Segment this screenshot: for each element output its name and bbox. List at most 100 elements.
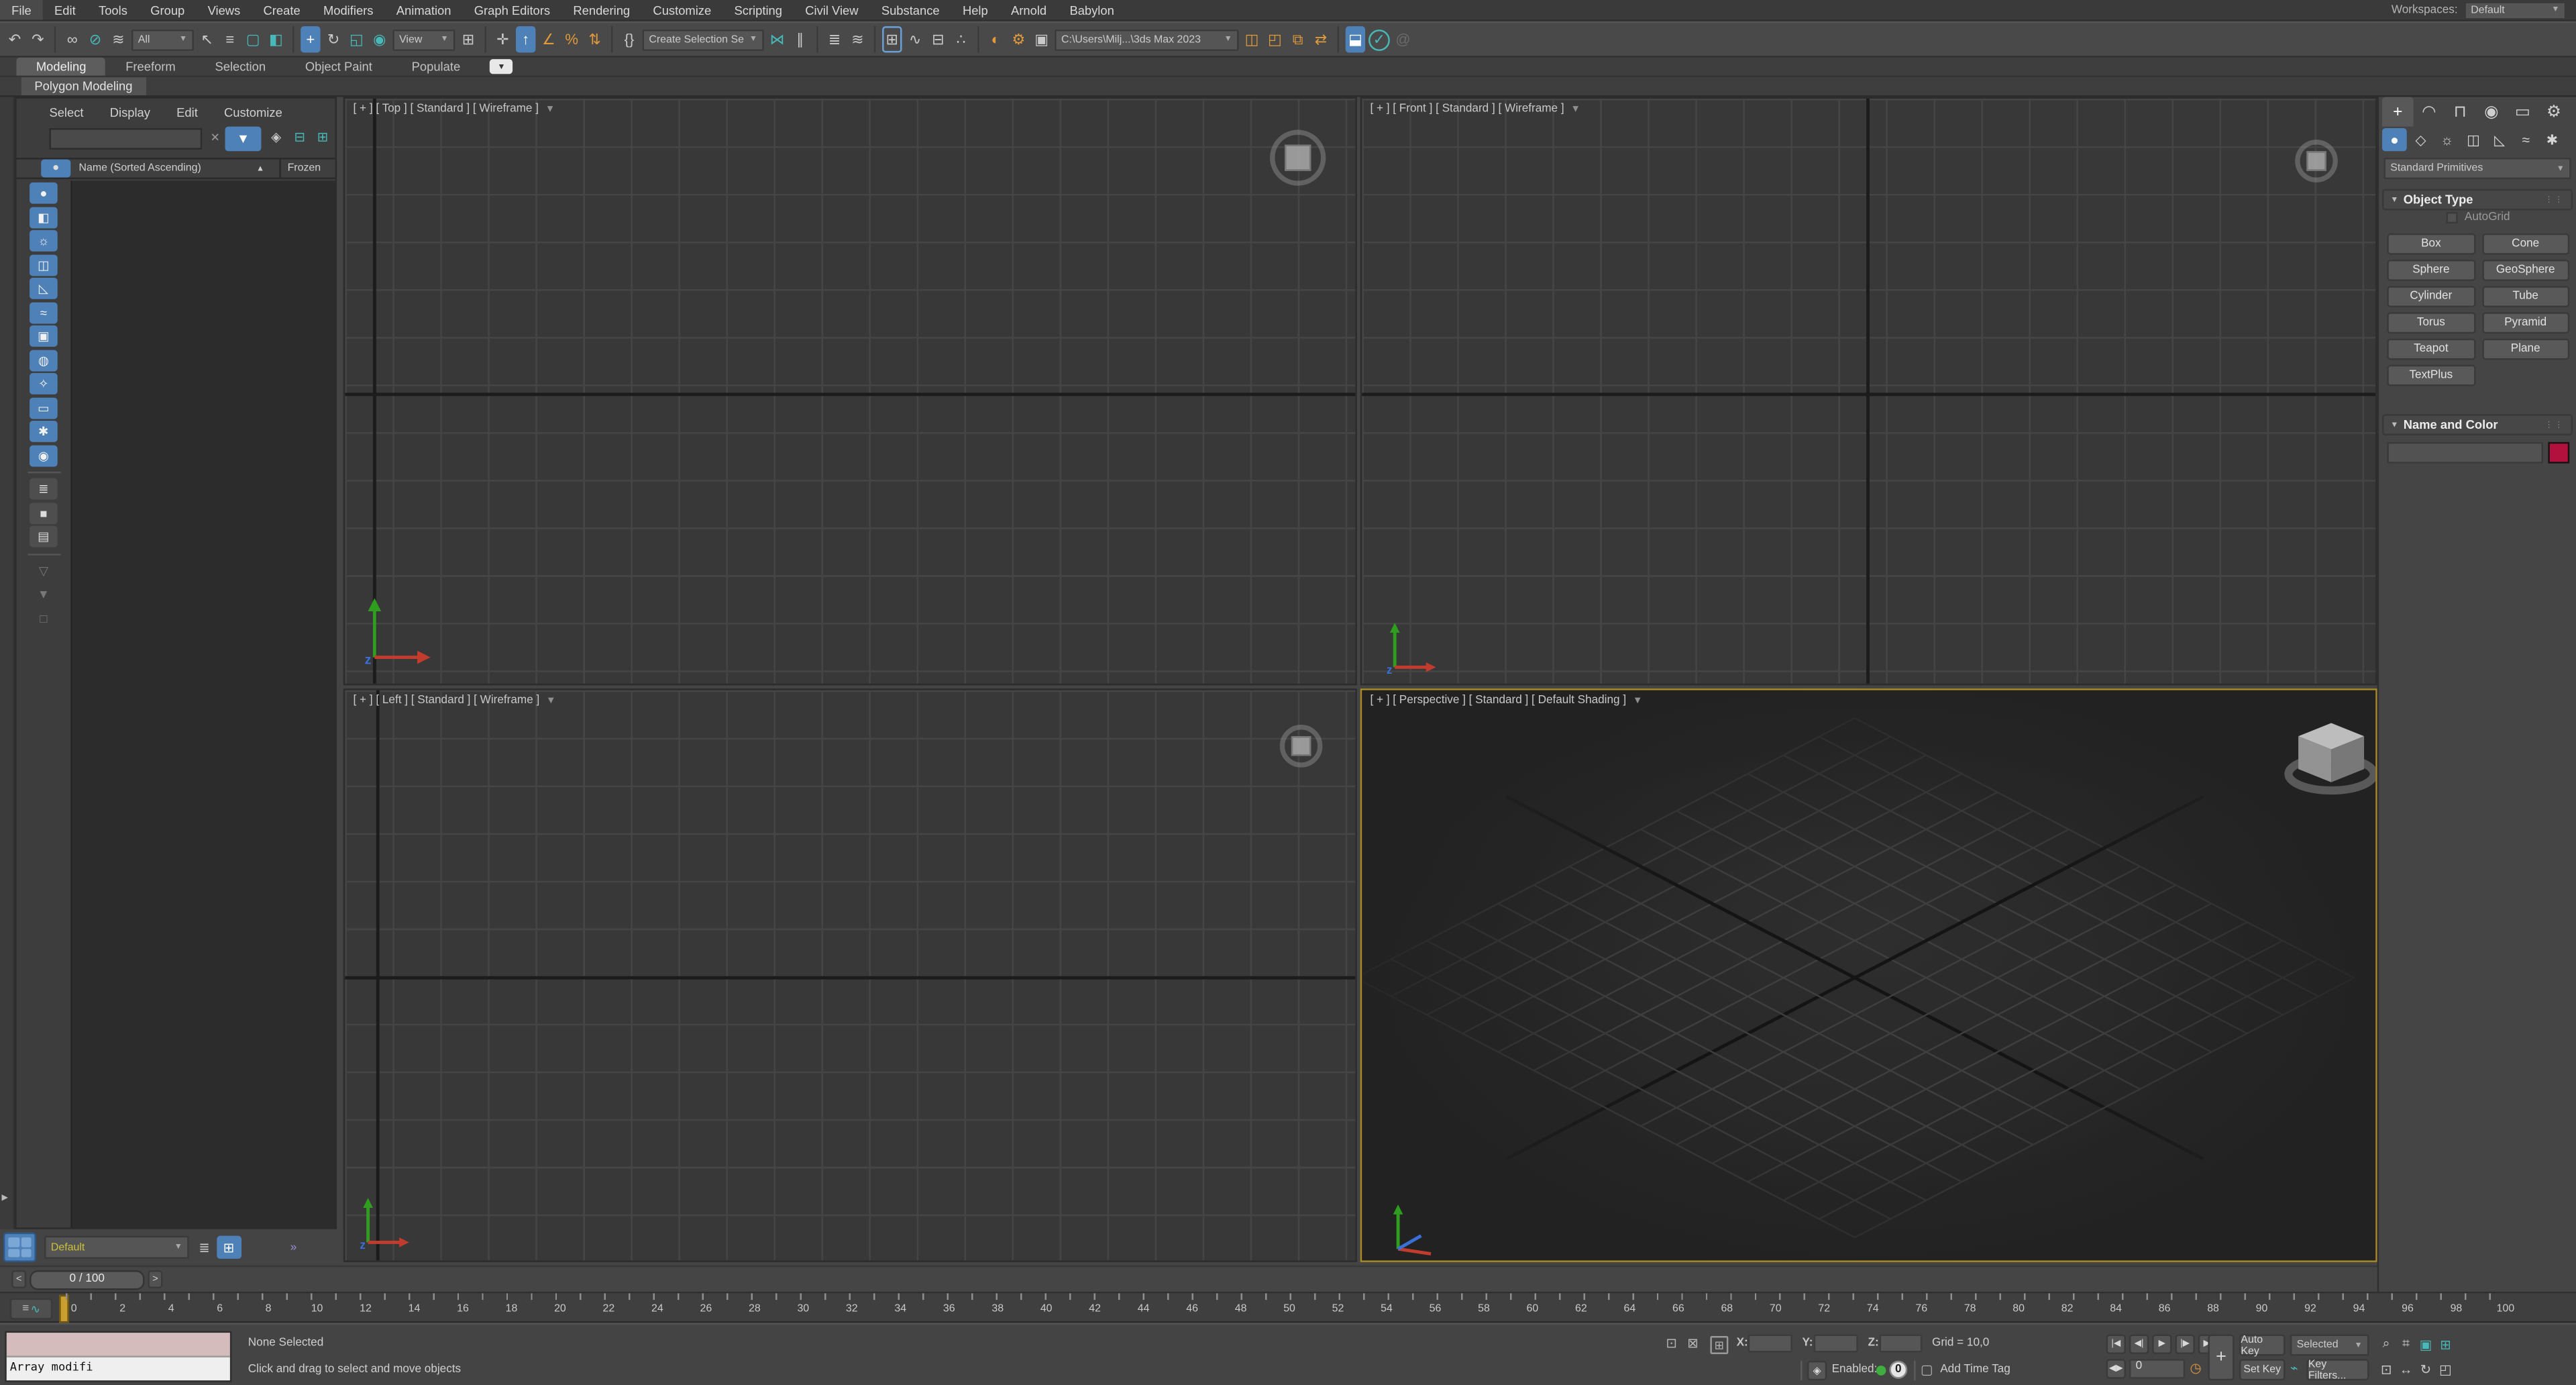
filter-funnel-icon[interactable]: ▼ — [225, 127, 262, 152]
render-production-icon[interactable]: ⬓ — [1346, 26, 1365, 52]
menu-item[interactable]: File — [0, 0, 43, 19]
menu-item[interactable]: Civil View — [794, 0, 870, 19]
y-coordinate-field[interactable] — [1814, 1335, 1858, 1353]
current-frame-field[interactable]: 0 — [2129, 1359, 2185, 1378]
filter-spacewarps-icon[interactable]: ≈ — [30, 301, 58, 323]
render-preset-icon[interactable]: ⧉ — [1288, 26, 1307, 52]
spiral-icon[interactable]: @ — [1393, 26, 1413, 52]
motion-tab[interactable]: ◉ — [2476, 97, 2508, 126]
utilities-tab[interactable]: ⚙ — [2538, 97, 2570, 126]
explorer-preset-dropdown[interactable]: Default ▼ — [44, 1236, 189, 1259]
scene-explorer-menu-item[interactable]: Edit — [164, 105, 211, 119]
angle-snap-icon[interactable]: ∠ — [539, 26, 558, 52]
hierarchy-mode-icon[interactable]: ⊞ — [217, 1236, 241, 1259]
listener-macro-row[interactable] — [7, 1333, 230, 1357]
geometry-category-icon[interactable]: ● — [2382, 128, 2407, 151]
create-tab[interactable]: + — [2382, 97, 2414, 126]
isolate-selection-icon[interactable]: ⊡ — [1666, 1336, 1676, 1351]
zoom-extents-icon[interactable]: ▣ — [2416, 1335, 2434, 1354]
viewport-front-label[interactable]: [ + ] [ Front ] [ Standard ] [ Wireframe… — [1370, 103, 1564, 115]
viewcube[interactable] — [1280, 725, 1323, 768]
name-column-header[interactable]: Name (Sorted Ascending) — [79, 162, 201, 174]
filter-cameras-icon[interactable]: ◫ — [30, 254, 58, 275]
toggle-layer-explorer-icon[interactable]: ≋ — [848, 26, 867, 52]
select-and-scale-icon[interactable]: ◱ — [347, 26, 366, 52]
render-gear-icon[interactable]: ◫ — [1242, 26, 1261, 52]
display-tab[interactable]: ▭ — [2507, 97, 2538, 126]
primitive-button[interactable]: Cone — [2481, 234, 2569, 255]
play-button[interactable]: ▶ — [2152, 1335, 2171, 1354]
reference-coordinate-dropdown[interactable]: View▼ — [392, 29, 455, 50]
ribbon-tab[interactable]: Freeform — [106, 58, 195, 76]
undo-icon[interactable]: ↶ — [5, 26, 24, 52]
selection-filter-dropdown[interactable]: All▼ — [131, 29, 194, 50]
zoom-icon[interactable]: ⌕ — [2377, 1335, 2396, 1354]
viewport-filter-icon[interactable]: ▼ — [546, 696, 556, 706]
primitive-button[interactable]: Tube — [2481, 286, 2569, 307]
mini-curve-editor-button[interactable]: ≡∿ — [10, 1298, 53, 1320]
render-setup-icon[interactable]: ⚙ — [1009, 26, 1028, 52]
scene-converter-icon[interactable]: ⇄ — [1311, 26, 1330, 52]
bind-to-spacewarp-icon[interactable]: ≋ — [109, 26, 128, 52]
systems-category-icon[interactable]: ✱ — [2540, 128, 2565, 151]
primitive-button[interactable]: Box — [2387, 234, 2475, 255]
layout-flyout-arrow-icon[interactable]: ▶ — [1, 1193, 7, 1203]
percent-snap-icon[interactable]: % — [562, 26, 582, 52]
viewport-filter-icon[interactable]: ▼ — [1570, 105, 1580, 115]
funnel-filter-icon[interactable]: ▼ — [30, 583, 58, 605]
edit-named-selection-sets-icon[interactable]: {} — [619, 26, 639, 52]
custom-filter-icon[interactable]: ▽ — [30, 560, 58, 581]
select-by-name-icon[interactable]: ≡ — [220, 26, 239, 52]
helpers-category-icon[interactable]: ◺ — [2487, 128, 2512, 151]
scene-explorer-menu-item[interactable]: Customize — [211, 105, 295, 119]
previous-frame-button[interactable]: ◀| — [2129, 1335, 2149, 1354]
menu-item[interactable]: Scripting — [722, 0, 794, 19]
zoom-region-icon[interactable]: ⊡ — [2377, 1359, 2396, 1378]
use-pivot-center-icon[interactable]: ⊞ — [458, 26, 478, 52]
filter-lights-icon[interactable]: ☼ — [30, 230, 58, 252]
ribbon-tab[interactable]: Populate — [392, 58, 480, 76]
unlink-selection-icon[interactable]: ⊘ — [85, 26, 105, 52]
object-name-field[interactable] — [2387, 442, 2543, 464]
menu-item[interactable]: Babylon — [1058, 0, 1126, 19]
viewport-left-label[interactable]: [ + ] [ Left ] [ Standard ] [ Wireframe … — [354, 695, 540, 707]
primitive-button[interactable]: Teapot — [2387, 338, 2475, 360]
polygon-modeling-tab[interactable]: Polygon Modeling — [21, 77, 146, 95]
viewport-top[interactable]: [ + ] [ Top ] [ Standard ] [ Wireframe ]… — [343, 97, 1357, 685]
swatch-icon[interactable]: ■ — [30, 502, 58, 523]
select-and-rotate-icon[interactable]: ↻ — [323, 26, 343, 52]
mirror-icon[interactable]: ⋈ — [767, 26, 787, 52]
menu-item[interactable]: Modifiers — [312, 0, 385, 19]
go-to-start-button[interactable]: |◀ — [2106, 1335, 2126, 1354]
menu-item[interactable]: Customize — [641, 0, 722, 19]
next-frame-button[interactable]: |▶ — [2175, 1335, 2194, 1354]
time-configuration-icon[interactable]: ◷ — [2190, 1361, 2201, 1376]
primitive-button[interactable]: TextPlus — [2387, 365, 2475, 387]
check-circle-icon[interactable]: ✓ — [1368, 29, 1390, 50]
lights-category-icon[interactable]: ☼ — [2434, 128, 2459, 151]
scene-explorer-menu-item[interactable]: Select — [36, 105, 97, 119]
key-filters-button[interactable]: Key Filters... — [2306, 1359, 2369, 1380]
select-object-icon[interactable]: ↖ — [197, 26, 217, 52]
absolute-mode-icon[interactable]: ⊞ — [1710, 1336, 1728, 1354]
viewport-perspective-label[interactable]: [ + ] [ Perspective ] [ Standard ] [ Def… — [1370, 695, 1626, 707]
zoom-all-icon[interactable]: ⌗ — [2397, 1335, 2415, 1354]
spacewarps-category-icon[interactable]: ≈ — [2514, 128, 2538, 151]
filter-geometry-icon[interactable]: ● — [30, 183, 58, 204]
x-coordinate-field[interactable] — [1748, 1335, 1792, 1353]
orbit-icon[interactable]: ↻ — [2416, 1359, 2434, 1378]
viewport-filter-icon[interactable]: ▼ — [545, 105, 555, 115]
clear-search-icon[interactable]: ✕ — [210, 132, 219, 145]
viewport-top-label[interactable]: [ + ] [ Top ] [ Standard ] [ Wireframe ] — [354, 103, 539, 115]
redo-icon[interactable]: ↷ — [28, 26, 48, 52]
menu-item[interactable]: Graph Editors — [463, 0, 562, 19]
maxscript-mini-listener[interactable]: Array modifi — [5, 1331, 231, 1382]
particle-view-icon[interactable]: ∴ — [951, 26, 971, 52]
add-time-tag[interactable]: Add Time Tag — [1940, 1364, 2010, 1376]
menu-item[interactable]: Animation — [385, 0, 463, 19]
primitive-button[interactable]: Plane — [2481, 338, 2569, 360]
explorer-object-list[interactable] — [70, 181, 335, 1227]
schematic-view-icon[interactable]: ⊟ — [928, 26, 948, 52]
menu-item[interactable]: Arnold — [1000, 0, 1058, 19]
select-and-link-icon[interactable]: ∞ — [62, 26, 82, 52]
